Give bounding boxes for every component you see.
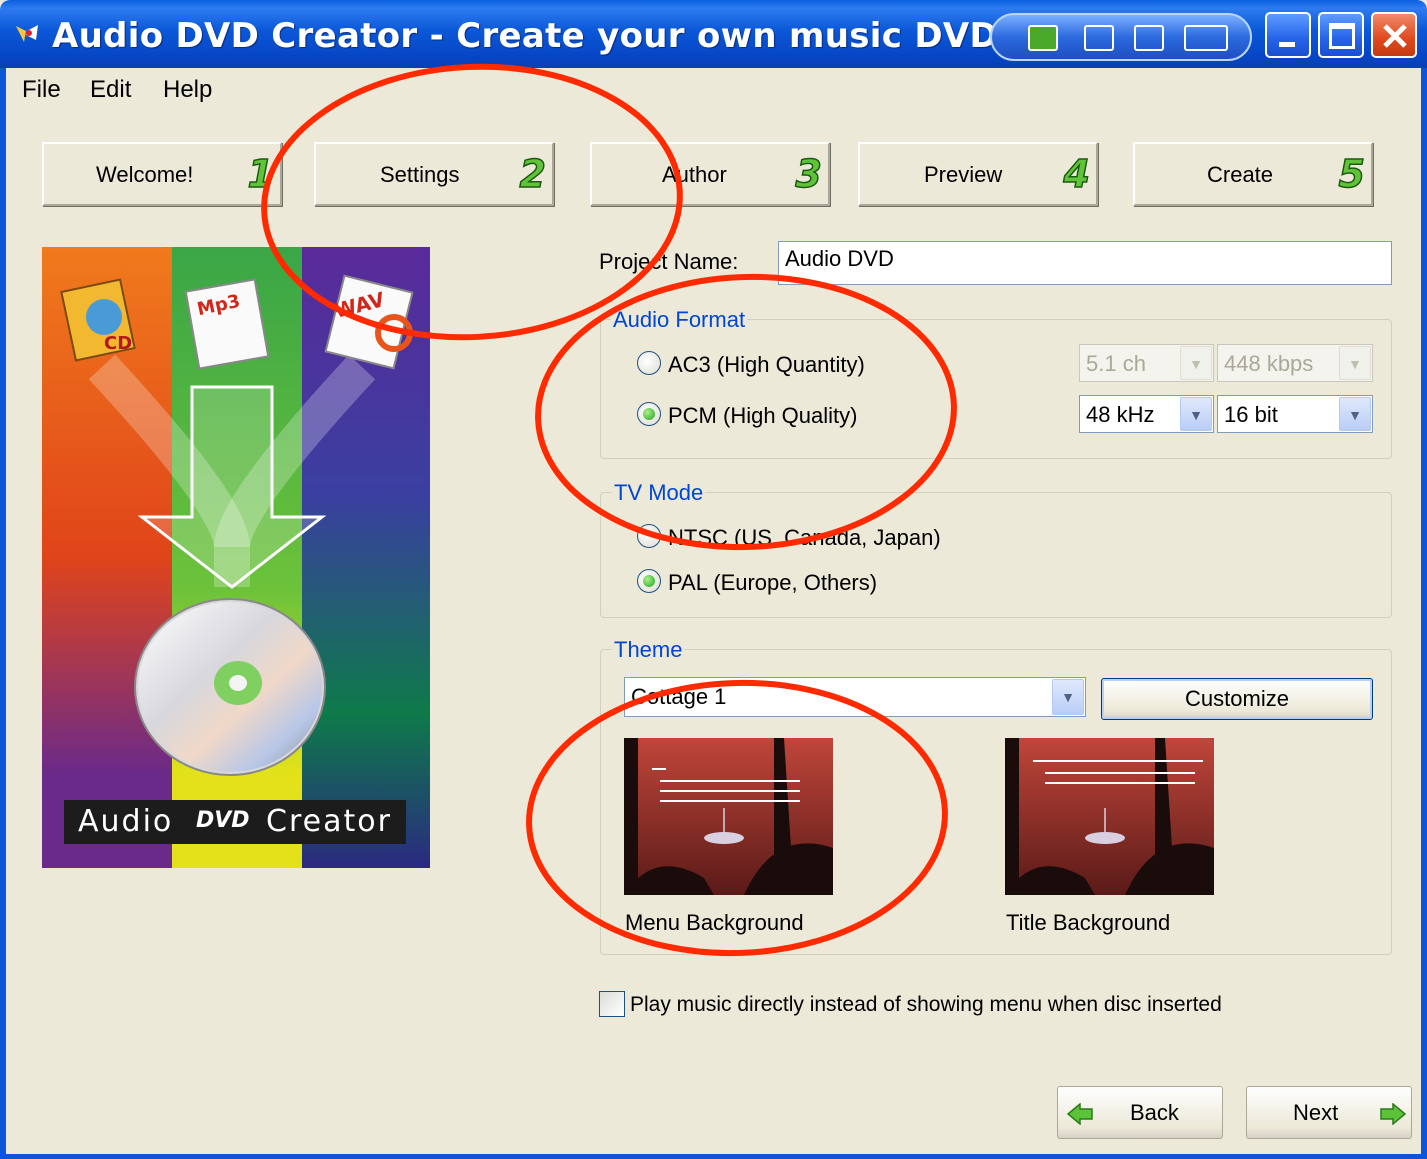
chevron-down-icon: ▼: [1180, 346, 1212, 380]
maximize-button[interactable]: [1318, 12, 1364, 58]
nvidia-icon[interactable]: [1028, 25, 1058, 51]
arrow-left-icon: [1066, 1103, 1093, 1125]
ac3-radio[interactable]: [637, 351, 661, 375]
banner-artwork: [60, 274, 414, 776]
play-directly-checkbox[interactable]: [599, 991, 625, 1017]
menu-background-label: Menu Background: [625, 910, 804, 935]
step-number: 4: [1063, 151, 1091, 197]
step-create-button[interactable]: Create 5: [1133, 142, 1373, 206]
chevron-down-icon: ▼: [1180, 397, 1212, 431]
menu-background-image: [624, 738, 833, 895]
ac3-channels-select[interactable]: 5.1 ch ▼: [1079, 344, 1214, 382]
tv-mode-group: [600, 492, 1392, 618]
menu-background-thumbnail[interactable]: [624, 738, 833, 895]
pal-radio[interactable]: [637, 569, 661, 593]
window-frame-right: [1421, 68, 1427, 1159]
ntsc-radio[interactable]: [637, 524, 661, 548]
step-preview-button[interactable]: Preview 4: [858, 142, 1098, 206]
step-settings-button[interactable]: Settings 2: [314, 142, 554, 206]
chevron-down-icon: ▼: [1339, 346, 1371, 380]
theme-value: Cottage 1: [631, 684, 727, 709]
next-button[interactable]: Next: [1246, 1086, 1412, 1139]
pal-label[interactable]: PAL (Europe, Others): [668, 570, 877, 596]
pin-icon[interactable]: [1084, 25, 1114, 51]
minimize-button[interactable]: [1265, 12, 1311, 58]
ac3-bitrate-value: 448 kbps: [1224, 351, 1314, 376]
title-background-image: [1005, 738, 1214, 895]
window-title: Audio DVD Creator - Create your own musi…: [52, 16, 1002, 56]
back-button[interactable]: Back: [1057, 1086, 1223, 1139]
ac3-bitrate-select[interactable]: 448 kbps ▼: [1217, 344, 1373, 382]
pcm-rate-value: 48 kHz: [1086, 402, 1155, 427]
back-label: Back: [1130, 1100, 1179, 1125]
ac3-label[interactable]: AC3 (High Quantity): [668, 352, 865, 378]
app-icon: [16, 25, 38, 42]
next-label: Next: [1293, 1100, 1339, 1125]
step-label: Settings: [380, 162, 460, 187]
project-name-input[interactable]: Audio DVD: [778, 241, 1392, 285]
menu-edit[interactable]: Edit: [90, 76, 131, 104]
step-welcome-button[interactable]: Welcome! 1: [42, 142, 282, 206]
step-number: 3: [795, 151, 823, 197]
step-number: 2: [519, 151, 547, 197]
ntsc-label[interactable]: NTSC (US, Canada, Japan): [668, 525, 941, 551]
pcm-bits-value: 16 bit: [1224, 402, 1278, 427]
play-directly-label[interactable]: Play music directly instead of showing m…: [630, 993, 1222, 1017]
step-number: 1: [247, 151, 275, 197]
pcm-rate-select[interactable]: 48 kHz ▼: [1079, 395, 1214, 433]
ac3-channels-value: 5.1 ch: [1086, 351, 1146, 376]
chevron-down-icon: ▼: [1052, 679, 1084, 715]
menu-file[interactable]: File: [22, 76, 61, 104]
step-label: Welcome!: [96, 162, 194, 187]
close-button[interactable]: [1371, 12, 1417, 58]
step-label: Author: [662, 162, 727, 187]
step-label: Create: [1207, 162, 1274, 187]
audio-format-group: [600, 319, 1392, 459]
product-banner: CD Mp3 WAV Audio DVD Creator: [42, 247, 430, 868]
close-icon: [1383, 24, 1407, 48]
chevron-down-icon: ▼: [1339, 397, 1371, 431]
audio-format-title: Audio Format: [611, 307, 748, 333]
project-name-label: Project Name:: [599, 249, 739, 274]
step-label: Preview: [924, 162, 1003, 187]
tv-mode-title: TV Mode: [612, 480, 706, 506]
nvidia-toolbar[interactable]: [990, 13, 1252, 61]
title-background-thumbnail[interactable]: [1005, 738, 1214, 895]
pcm-label[interactable]: PCM (High Quality): [668, 403, 857, 429]
theme-select[interactable]: Cottage 1 ▼: [624, 677, 1086, 717]
move-window-icon[interactable]: [1134, 25, 1164, 51]
step-author-button[interactable]: Author 3: [590, 142, 830, 206]
menu-help[interactable]: Help: [163, 76, 212, 104]
dvd-logo: DVD: [196, 808, 250, 833]
window-frame-bottom: [0, 1154, 1427, 1159]
menu-bar: File Edit Help: [6, 68, 1421, 110]
arrow-right-icon: [1380, 1103, 1407, 1125]
title-background-label: Title Background: [1006, 910, 1171, 935]
banner-caption: Audio DVD Creator: [64, 800, 406, 844]
span-displays-icon[interactable]: [1184, 25, 1228, 51]
customize-button[interactable]: Customize: [1101, 678, 1373, 720]
caption-creator: Creator: [266, 804, 392, 839]
cd-tag: CD: [104, 333, 133, 354]
caption-audio: Audio: [78, 804, 174, 839]
step-number: 5: [1338, 151, 1366, 197]
pcm-radio[interactable]: [637, 402, 661, 426]
title-bar[interactable]: Audio DVD Creator - Create your own musi…: [0, 0, 1427, 68]
theme-title: Theme: [612, 637, 685, 663]
pcm-bits-select[interactable]: 16 bit ▼: [1217, 395, 1373, 433]
window-frame-left: [0, 68, 6, 1159]
